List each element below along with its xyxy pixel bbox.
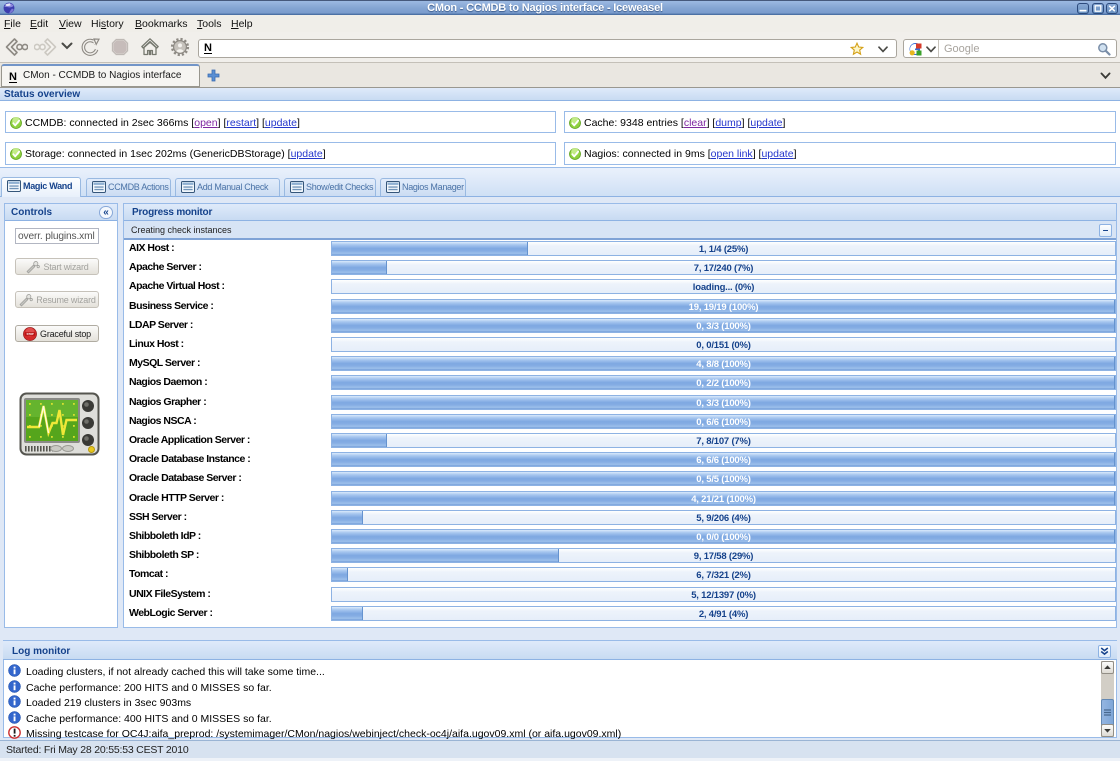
svg-text:STOP: STOP — [27, 332, 34, 336]
